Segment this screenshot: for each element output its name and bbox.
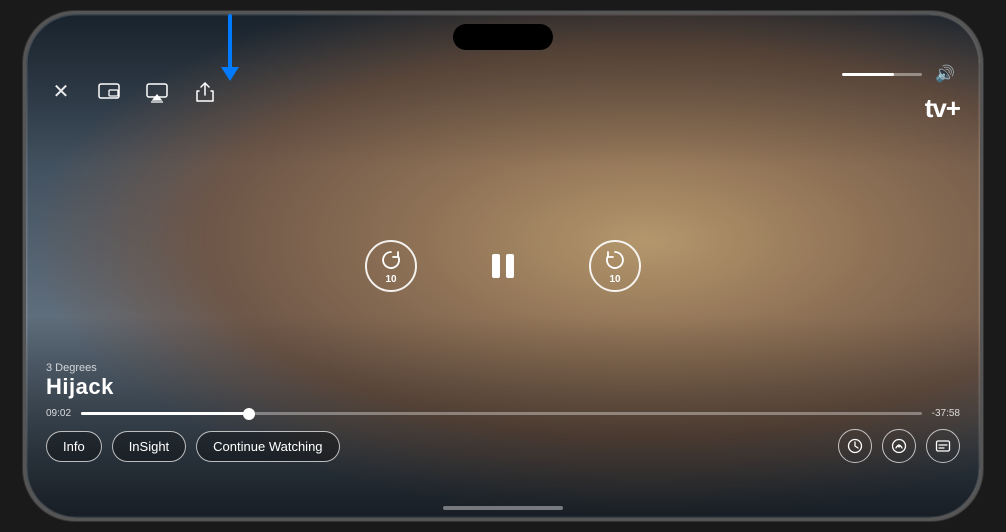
share-button[interactable] xyxy=(190,77,220,107)
power-button[interactable] xyxy=(980,164,983,244)
progress-bar[interactable] xyxy=(81,412,922,415)
arrow-head xyxy=(221,67,239,81)
progress-row: 09:02 -37:58 xyxy=(46,408,960,419)
close-button[interactable]: ✕ xyxy=(46,77,76,107)
picture-in-picture-button[interactable] xyxy=(94,77,124,107)
progress-fill xyxy=(81,412,249,415)
bottom-controls: 3 Degrees Hijack 09:02 -37:58 Info xyxy=(46,362,960,463)
skip-back-label: 10 xyxy=(385,274,396,285)
airplay-button[interactable] xyxy=(142,77,172,107)
volume-bar xyxy=(842,73,922,76)
apple-tv-logo: tv+ xyxy=(923,93,960,124)
pill-buttons-row: Info InSight Continue Watching xyxy=(46,431,340,462)
volume-row: 🔊 xyxy=(842,59,960,89)
time-elapsed: 09:02 xyxy=(46,408,71,419)
continue-watching-button[interactable]: Continue Watching xyxy=(196,431,339,462)
show-title: Hijack xyxy=(46,374,960,400)
skip-forward-label: 10 xyxy=(609,274,620,285)
top-left-controls: ✕ xyxy=(46,77,220,107)
center-controls: 10 10 xyxy=(365,240,641,292)
top-bar: ✕ xyxy=(46,59,960,124)
tv-plus-label: tv+ xyxy=(925,93,960,124)
insight-button[interactable]: InSight xyxy=(112,431,186,462)
home-indicator xyxy=(443,506,563,510)
audio-button[interactable] xyxy=(882,429,916,463)
title-area: 3 Degrees Hijack xyxy=(46,362,960,400)
volume-icon[interactable]: 🔊 xyxy=(930,59,960,89)
skip-back-button[interactable]: 10 xyxy=(365,240,417,292)
pause-button[interactable] xyxy=(477,240,529,292)
subtitles-button[interactable] xyxy=(926,429,960,463)
volume-fill xyxy=(842,73,894,76)
arrow-shaft xyxy=(228,14,232,69)
speed-button[interactable] xyxy=(838,429,872,463)
info-button[interactable]: Info xyxy=(46,431,102,462)
blue-arrow-indicator xyxy=(221,14,239,81)
progress-thumb xyxy=(243,408,255,420)
top-right-area: 🔊 tv+ xyxy=(842,59,960,124)
time-remaining: -37:58 xyxy=(932,408,960,419)
volume-down-button[interactable] xyxy=(23,204,26,259)
volume-up-button[interactable] xyxy=(23,134,26,189)
extra-controls-row xyxy=(838,429,960,463)
skip-forward-button[interactable]: 10 xyxy=(589,240,641,292)
dynamic-island xyxy=(453,24,553,50)
episode-label: 3 Degrees xyxy=(46,362,960,374)
phone-frame: ✕ xyxy=(23,11,983,521)
